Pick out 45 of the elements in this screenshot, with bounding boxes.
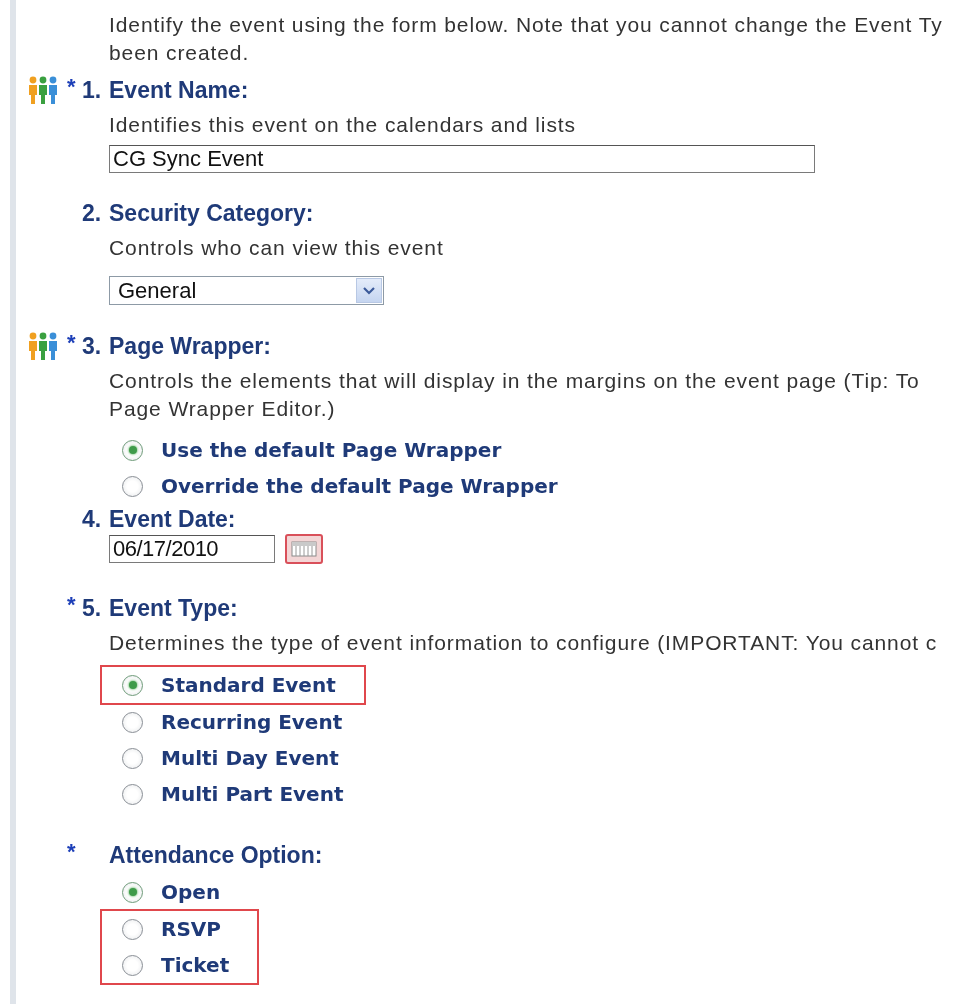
radio-label[interactable]: Ticket <box>161 953 230 977</box>
event-name-field[interactable]: CG Sync Event <box>109 145 815 173</box>
field-number: 1. <box>82 77 102 104</box>
field-number: 5. <box>82 595 102 622</box>
radio-button[interactable] <box>122 918 143 940</box>
chevron-down-icon <box>363 286 375 295</box>
event-date-field[interactable]: 06/17/2010 <box>109 535 275 563</box>
required-asterisk: * <box>67 330 76 356</box>
required-asterisk: * <box>67 839 76 865</box>
radio-label[interactable]: Override the default Page Wrapper <box>161 474 558 498</box>
radio-button[interactable] <box>122 747 143 769</box>
radio-button[interactable] <box>122 711 143 733</box>
calendar-icon[interactable] <box>285 534 323 564</box>
field-description: Controls the elements that will display in the margins on the event page (Tip: To <box>109 368 921 394</box>
radio-button[interactable] <box>122 439 143 461</box>
radio-label[interactable]: Standard Event <box>161 673 336 697</box>
required-asterisk: * <box>67 592 76 618</box>
field-number: 3. <box>82 333 102 360</box>
radio-label[interactable]: Multi Part Event <box>161 782 344 806</box>
field-description: Determines the type of event information to configure (IMPORTANT: You cannot c <box>109 630 939 656</box>
required-asterisk: * <box>67 74 76 100</box>
field-description: Page Wrapper Editor.) <box>109 396 337 422</box>
field-number: 2. <box>82 200 102 227</box>
field-description: Identifies this event on the calendars and lists <box>109 112 577 138</box>
radio-label[interactable]: Multi Day Event <box>161 746 339 770</box>
radio-label[interactable]: RSVP <box>161 917 221 941</box>
radio-button[interactable] <box>122 783 143 805</box>
field-description: Controls who can view this event <box>109 235 445 261</box>
field-label: Event Date: <box>109 505 236 533</box>
field-label: Security Category: <box>109 199 314 227</box>
radio-label[interactable]: Use the default Page Wrapper <box>161 438 502 462</box>
radio-button[interactable] <box>122 881 143 903</box>
security-category-dropdown[interactable]: General <box>109 276 384 305</box>
intro-text: Identify the event using the form below. Note that you cannot change the Event Ty <box>109 12 944 38</box>
radio-button[interactable] <box>122 674 143 696</box>
radio-button[interactable] <box>122 475 143 497</box>
radio-label[interactable]: Open <box>161 880 221 904</box>
field-label: Attendance Option: <box>109 841 323 869</box>
field-label: Page Wrapper: <box>109 332 271 360</box>
field-label: Event Name: <box>109 76 249 104</box>
intro-text: been created. <box>109 40 251 66</box>
radio-label[interactable]: Recurring Event <box>161 710 343 734</box>
field-number: 4. <box>82 506 102 533</box>
field-label: Event Type: <box>109 594 238 622</box>
radio-button[interactable] <box>122 954 143 976</box>
